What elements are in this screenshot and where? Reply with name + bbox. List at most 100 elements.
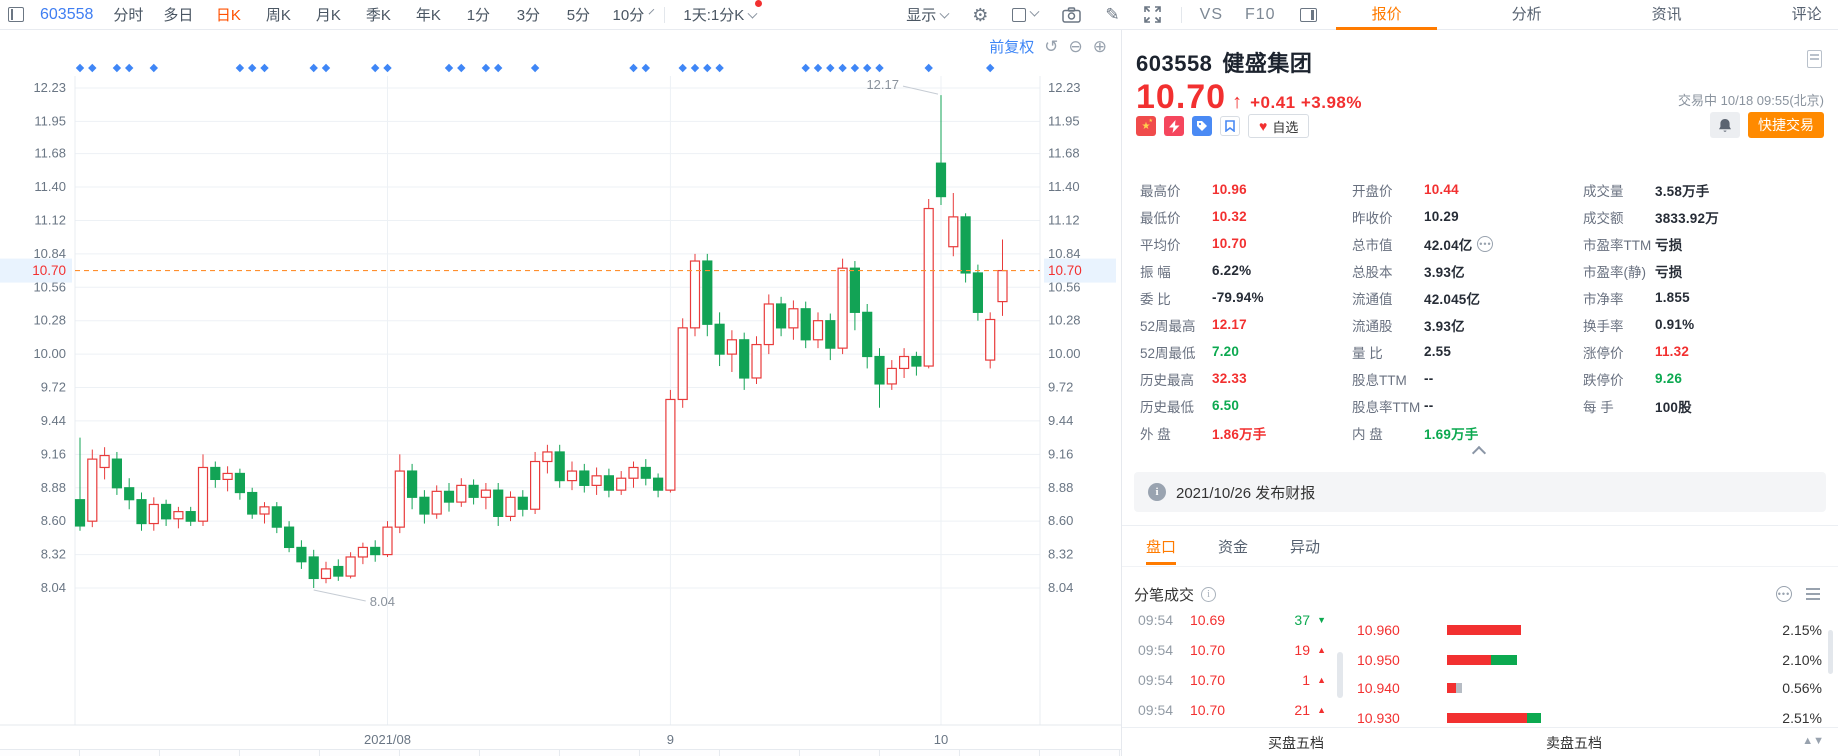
event-marker-icon[interactable] (629, 63, 638, 73)
event-marker-icon[interactable] (703, 63, 712, 73)
gear-icon[interactable]: ⚙ (972, 6, 988, 24)
f10-button[interactable]: F10 (1245, 6, 1276, 24)
bookmark-badge-icon[interactable] (1220, 116, 1240, 136)
period-10分[interactable]: 10分 (603, 4, 653, 25)
event-marker-icon[interactable] (986, 63, 995, 73)
event-marker-icon[interactable] (641, 63, 650, 73)
period-月K[interactable]: 月K (303, 4, 353, 25)
axis-label: 11.68 (1048, 146, 1080, 161)
quick-trade-button[interactable]: 快捷交易 (1748, 112, 1824, 138)
event-marker-icon[interactable] (75, 63, 85, 73)
event-marker-icon[interactable] (235, 63, 245, 73)
period-年K[interactable]: 年K (403, 4, 453, 25)
vs-compare-button[interactable]: VS (1200, 6, 1223, 24)
kline-chart[interactable]: 12.23 12.23 11.95 11.95 11.68 11.68 11.40 11.40… (0, 30, 1122, 756)
event-marker-icon[interactable] (690, 63, 700, 73)
scrollbar-thumb[interactable] (1828, 630, 1833, 674)
event-marker-icon[interactable] (112, 63, 122, 73)
scrollbar-thumb[interactable] (1337, 652, 1343, 698)
stock-code[interactable]: 603558 (40, 6, 93, 24)
axis-label: 11.68 (34, 146, 66, 161)
event-marker-icon[interactable] (924, 63, 933, 73)
event-marker-icon[interactable] (678, 63, 687, 73)
event-marker-icon[interactable] (850, 63, 860, 73)
lightning-badge-icon[interactable] (1164, 116, 1184, 136)
subtab-异动[interactable]: 异动 (1290, 536, 1320, 565)
event-marker-icon[interactable] (248, 63, 257, 73)
stat-value: -- (1424, 371, 1434, 386)
tab-分析[interactable]: 分析 (1457, 0, 1597, 30)
event-marker-icon[interactable] (494, 63, 503, 73)
event-marker-icon[interactable] (457, 63, 466, 73)
event-marker-icon[interactable] (838, 63, 847, 73)
axis-label: 8.04 (41, 580, 66, 595)
adjust-mode-button[interactable]: 前复权 (989, 36, 1034, 57)
period-季K[interactable]: 季K (353, 4, 403, 25)
arrow-up-icon: ▲ (1317, 705, 1326, 715)
event-marker-icon[interactable] (813, 63, 823, 73)
candle-body (185, 511, 196, 522)
subtab-盘口[interactable]: 盘口 (1146, 536, 1177, 565)
chart-timeline-strip[interactable] (0, 749, 1121, 756)
event-marker-icon[interactable] (481, 63, 491, 73)
event-marker-icon[interactable] (383, 63, 392, 73)
subtab-资金[interactable]: 资金 (1218, 536, 1248, 565)
window-icon[interactable] (8, 7, 24, 22)
display-menu[interactable]: 显示 (906, 4, 950, 25)
candle-body (739, 339, 750, 379)
period-分时[interactable]: 分时 (103, 4, 153, 25)
zoom-out-icon[interactable]: ⊖ (1069, 38, 1083, 55)
stat-value: 3.93亿 (1424, 264, 1465, 280)
event-marker-icon[interactable] (371, 63, 380, 73)
event-marker-icon[interactable] (309, 63, 318, 73)
event-marker-icon[interactable] (530, 63, 540, 73)
updown-sort-icon[interactable]: ▲▼ (1802, 735, 1824, 747)
camera-icon[interactable] (1062, 6, 1082, 23)
period-5分[interactable]: 5分 (553, 4, 603, 25)
more-options-icon[interactable]: ••• (1776, 586, 1792, 602)
bar-segment (1447, 655, 1491, 665)
candle-body (591, 475, 602, 486)
collapse-stats-icon[interactable] (1471, 445, 1487, 461)
fullscreen-icon[interactable] (1143, 6, 1161, 23)
list-view-icon[interactable] (1806, 588, 1820, 600)
buy-depth-label[interactable]: 买盘五档 (1268, 733, 1324, 753)
candle-body (825, 320, 836, 349)
sell-depth-label[interactable]: 卖盘五档 (1546, 733, 1602, 753)
event-marker-icon[interactable] (149, 63, 158, 73)
add-favorite-button[interactable]: ♥ 自选 (1248, 114, 1310, 138)
period-周K[interactable]: 周K (253, 4, 303, 25)
info-icon[interactable]: i (1201, 587, 1217, 602)
label-tag-badge-icon[interactable] (1192, 116, 1212, 136)
tab-评论[interactable]: 评论 (1737, 0, 1838, 30)
company-profile-icon[interactable] (1807, 50, 1822, 68)
period-combo[interactable]: 1天:1分K (683, 0, 763, 25)
period-1分[interactable]: 1分 (453, 4, 503, 25)
event-marker-icon[interactable] (88, 63, 97, 73)
tab-资讯[interactable]: 资讯 (1597, 0, 1737, 30)
event-marker-icon[interactable] (321, 63, 331, 73)
alert-bell-button[interactable] (1710, 112, 1740, 138)
event-marker-icon[interactable] (444, 63, 454, 73)
event-marker-icon[interactable] (801, 63, 810, 73)
event-marker-icon[interactable] (715, 63, 724, 73)
period-日K[interactable]: 日K (203, 4, 253, 25)
zoom-in-icon[interactable]: ⊕ (1093, 38, 1107, 55)
stat-value: 42.04亿 (1424, 237, 1473, 253)
event-marker-icon[interactable] (260, 63, 269, 73)
event-marker-icon[interactable] (863, 63, 872, 73)
event-marker-icon[interactable] (826, 63, 835, 73)
event-marker-icon[interactable] (125, 63, 134, 73)
tab-报价[interactable]: 报价 (1317, 0, 1457, 30)
reset-zoom-icon[interactable]: ↺ (1044, 38, 1058, 55)
event-marker-icon[interactable] (875, 63, 884, 73)
chart-style-icon[interactable] (1012, 6, 1040, 22)
more-info-icon[interactable]: ••• (1477, 235, 1494, 252)
stat-cell: 流通股 3.93亿 (1352, 311, 1583, 338)
stat-cell: 52周最低 7.20 (1140, 338, 1352, 365)
draw-pencil-icon[interactable]: ✎ (1105, 5, 1119, 25)
period-3分[interactable]: 3分 (503, 4, 553, 25)
right-panel-toggle-icon[interactable] (1299, 7, 1317, 22)
earnings-notice[interactable]: i 2021/10/26 发布财报 (1134, 472, 1826, 512)
period-多日[interactable]: 多日 (153, 4, 203, 25)
